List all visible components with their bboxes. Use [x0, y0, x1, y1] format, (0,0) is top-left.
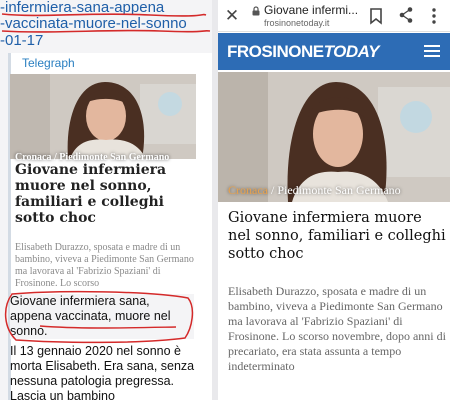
location-label: Piedimonte San Germano	[277, 183, 401, 197]
article-headline: Giovane infermiera muore nel sonno, fami…	[228, 210, 446, 262]
article-body-text: Il 13 gennaio 2020 nel sonno è morta Eli…	[10, 344, 195, 400]
source-label: Telegraph	[22, 56, 75, 70]
lock-icon	[252, 6, 260, 16]
more-vert-icon[interactable]	[428, 7, 440, 25]
category-label[interactable]: Cronaca	[228, 183, 268, 197]
url-line-1[interactable]: -infermiera-sana-appena	[0, 0, 164, 16]
left-screenshot-panel: -infermiera-sana-appena -vaccinata-muore…	[0, 0, 212, 400]
close-icon[interactable]: ✕	[222, 6, 242, 26]
url-line-3[interactable]: -01-17	[0, 32, 43, 49]
article-summary: Elisabeth Durazzo, sposata e madre di un…	[228, 284, 446, 373]
highlighted-caption: Giovane infermiera sana, appena vaccinat…	[10, 294, 194, 339]
url-line-2[interactable]: -vaccinata-muore-nel-sonno	[0, 15, 187, 32]
browser-toolbar: ✕ Giovane infermi... frosinonetoday.it	[218, 0, 450, 32]
right-screenshot-panel: ✕ Giovane infermi... frosinonetoday.it F…	[218, 0, 450, 400]
article-photo	[10, 74, 196, 159]
logo-text-a: FROSINONE	[227, 42, 324, 61]
page-title: Giovane infermi...	[264, 3, 359, 17]
article-summary: Elisabeth Durazzo, sposata e madre di un…	[15, 242, 194, 289]
hamburger-icon[interactable]	[424, 45, 440, 58]
share-icon[interactable]	[398, 6, 414, 24]
category-line: Cronaca / Piedimonte San Germano	[228, 183, 401, 198]
woman-photo-illustration	[10, 74, 196, 159]
logo-text-b: TODAY	[323, 42, 380, 61]
site-header: FROSINONETODAY	[218, 33, 450, 70]
page-url[interactable]: frosinonetoday.it	[264, 18, 329, 28]
article-headline[interactable]: Giovane infermiera muore nel sonno, fami…	[15, 162, 195, 226]
bookmark-icon[interactable]	[368, 7, 384, 25]
site-logo[interactable]: FROSINONETODAY	[227, 42, 380, 62]
